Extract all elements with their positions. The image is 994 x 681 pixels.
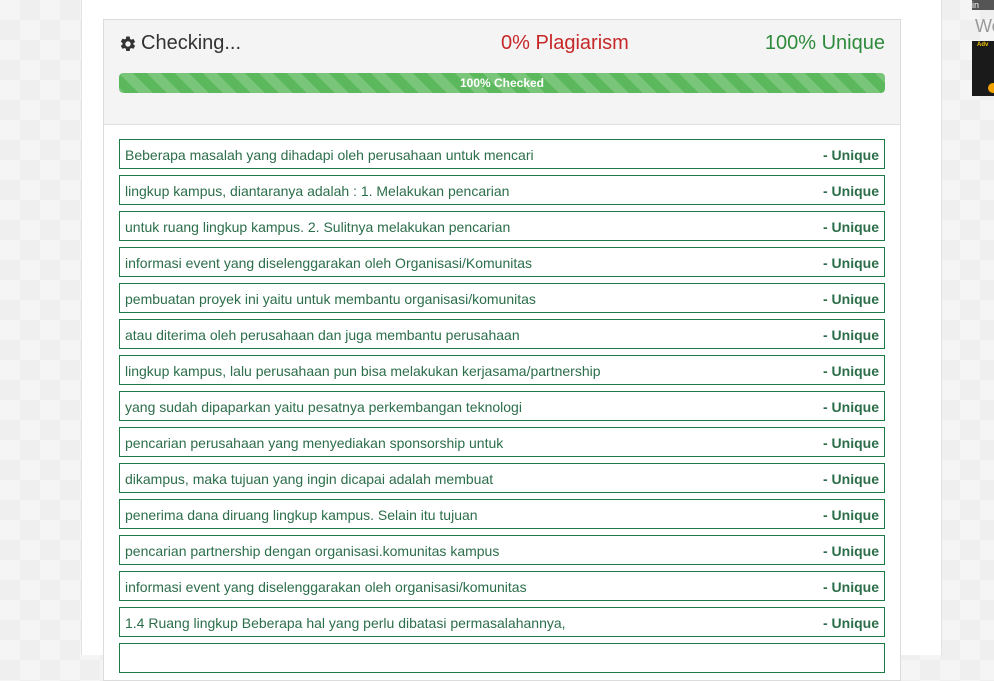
unique-status-label: - Unique [823,471,879,487]
page-column: Checking... 0% Plagiarism 100% Unique 10… [81,0,942,681]
sidebar-ad[interactable]: Adv [972,41,994,96]
unique-status-label: - Unique [823,579,879,595]
ad-dot-icon [988,83,994,93]
unique-status-label: - Unique [823,147,879,163]
sentence-text: pencarian perusahaan yang menyediakan sp… [125,435,504,451]
sentence-text: dikampus, maka tujuan yang ingin dicapai… [125,471,494,487]
sentence-row[interactable]: pencarian partnership dengan organisasi.… [119,535,885,565]
unique-status-label: - Unique [823,399,879,415]
checker-header: Checking... 0% Plagiarism 100% Unique 10… [104,20,900,125]
sentence-text: untuk ruang lingkup kampus. 2. Sulitnya … [125,219,511,235]
sentence-row[interactable]: Beberapa masalah yang dihadapi oleh peru… [119,139,885,169]
sentence-text: lingkup kampus, diantaranya adalah : 1. … [125,183,510,199]
sentence-results-list: Beberapa masalah yang dihadapi oleh peru… [119,139,885,679]
sentence-row[interactable]: dikampus, maka tujuan yang ingin dicapai… [119,463,885,493]
sidebar-tab[interactable]: in [972,0,994,10]
plagiarism-percentage: 0% Plagiarism [501,32,629,54]
sentence-text: atau diterima oleh perusahaan dan juga m… [125,327,520,343]
sentence-row[interactable]: 1.4 Ruang lingkup Beberapa hal yang perl… [119,607,885,637]
progress-fill: 100% Checked [119,73,885,93]
unique-status-label: - Unique [823,543,879,559]
sidebar-tab-text: in [972,0,980,10]
sentence-text: 1.4 Ruang lingkup Beberapa hal yang perl… [125,615,566,631]
sentence-row[interactable]: lingkup kampus, lalu perusahaan pun bisa… [119,355,885,385]
gear-icon [120,35,136,51]
status-text: Checking... [141,32,242,54]
progress-label: 100% Checked [459,76,545,90]
unique-status-label: - Unique [823,363,879,379]
sentence-text: pembuatan proyek ini yaitu untuk membant… [125,291,536,307]
sentence-text: pencarian partnership dengan organisasi.… [125,543,500,559]
plagiarism-checker-panel: Checking... 0% Plagiarism 100% Unique 10… [103,19,901,681]
sentence-row[interactable]: informasi event yang diselenggarakan ole… [119,571,885,601]
unique-status-label: - Unique [823,435,879,451]
sentence-text: informasi event yang diselenggarakan ole… [125,255,533,271]
sentence-row[interactable]: pencarian perusahaan yang menyediakan sp… [119,427,885,457]
unique-status-label: - Unique [823,183,879,199]
ad-label: Adv [977,42,989,48]
status-row: Checking... 0% Plagiarism 100% Unique [119,32,885,58]
sentence-row[interactable]: yang sudah dipaparkan yaitu pesatnya per… [119,391,885,421]
sentence-row[interactable]: informasi event yang diselenggarakan ole… [119,247,885,277]
sentence-row[interactable]: pembuatan proyek ini yaitu untuk membant… [119,283,885,313]
progress-bar: 100% Checked [119,73,885,93]
sidebar-partial-text: We [975,16,994,36]
sentence-row[interactable]: untuk ruang lingkup kampus. 2. Sulitnya … [119,211,885,241]
sentence-row[interactable]: atau diterima oleh perusahaan dan juga m… [119,319,885,349]
unique-status-label: - Unique [823,327,879,343]
checking-status: Checking... [119,32,241,55]
unique-status-label: - Unique [823,255,879,271]
unique-status-label: - Unique [823,507,879,523]
unique-status-label: - Unique [823,615,879,631]
sentence-row[interactable] [119,643,885,673]
unique-percentage: 100% Unique [764,32,885,54]
sentence-text: lingkup kampus, lalu perusahaan pun bisa… [125,363,601,379]
unique-status-label: - Unique [823,291,879,307]
sentence-row[interactable]: penerima dana diruang lingkup kampus. Se… [119,499,885,529]
sentence-text: informasi event yang diselenggarakan ole… [125,579,527,595]
unique-status-label: - Unique [823,219,879,235]
sentence-row[interactable]: lingkup kampus, diantaranya adalah : 1. … [119,175,885,205]
sentence-text: Beberapa masalah yang dihadapi oleh peru… [125,147,534,163]
sentence-text: yang sudah dipaparkan yaitu pesatnya per… [125,399,522,415]
sentence-text: penerima dana diruang lingkup kampus. Se… [125,507,478,523]
